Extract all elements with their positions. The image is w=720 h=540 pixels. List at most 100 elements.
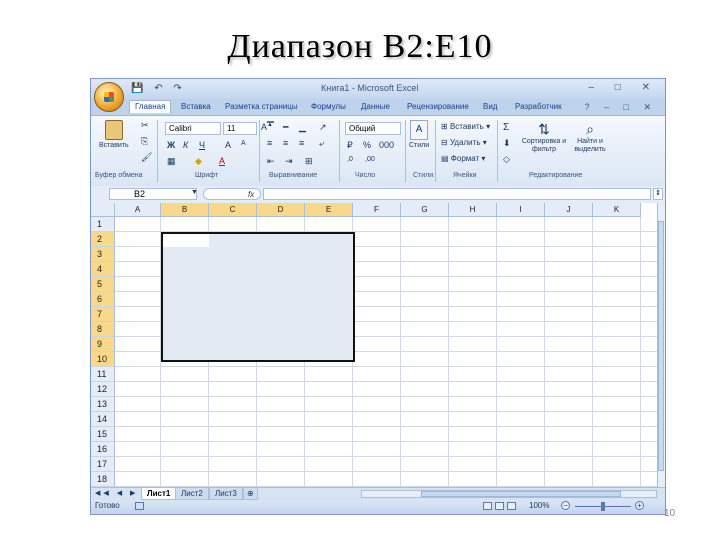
row-header-10[interactable]: 10 <box>91 352 115 367</box>
tab-page-layout[interactable]: Разметка страницы <box>225 102 298 111</box>
row-header-8[interactable]: 8 <box>91 322 115 337</box>
insert-sheet-icon[interactable]: ⊕ <box>243 488 258 500</box>
row-header-12[interactable]: 12 <box>91 382 115 397</box>
borders-icon[interactable]: ▦ <box>167 156 176 167</box>
save-icon[interactable]: 💾 <box>131 83 143 94</box>
thousands-icon[interactable]: 000 <box>379 140 394 150</box>
increase-indent-icon[interactable]: ⇥ <box>285 156 293 167</box>
number-format-combo[interactable]: Общий <box>345 122 401 135</box>
row-header-1[interactable]: 1 <box>91 217 115 232</box>
chevron-down-icon[interactable]: ▼ <box>191 189 198 196</box>
row-header-18[interactable]: 18 <box>91 472 115 487</box>
row-header-16[interactable]: 16 <box>91 442 115 457</box>
expand-formula-bar-icon[interactable]: ⇕ <box>653 188 663 200</box>
row-header-11[interactable]: 11 <box>91 367 115 382</box>
clear-icon[interactable]: ◇ <box>503 154 510 165</box>
minimize-button[interactable]: – <box>588 82 603 93</box>
zoom-in-icon[interactable]: + <box>635 501 644 510</box>
sheet-tab-2[interactable]: Лист2 <box>175 488 209 500</box>
styles-button[interactable]: A Стили <box>409 120 429 149</box>
insert-cells-button[interactable]: ⊞ Вставить ▾ <box>441 122 490 131</box>
normal-view-icon[interactable] <box>483 502 492 510</box>
zoom-slider-thumb[interactable] <box>601 502 605 511</box>
column-header-e[interactable]: E <box>305 203 353 217</box>
row-header-5[interactable]: 5 <box>91 277 115 292</box>
italic-icon[interactable]: К <box>183 140 188 150</box>
sheet-tab-3[interactable]: Лист3 <box>209 488 243 500</box>
decrease-indent-icon[interactable]: ⇤ <box>267 156 275 167</box>
row-header-14[interactable]: 14 <box>91 412 115 427</box>
column-header-c[interactable]: C <box>209 203 257 217</box>
tab-home[interactable]: Главная <box>129 100 172 113</box>
formula-input[interactable] <box>263 188 651 200</box>
ribbon-close-button[interactable]: ✕ <box>643 102 657 112</box>
underline-icon[interactable]: Ч <box>199 140 205 150</box>
ribbon-minimize-button[interactable]: – <box>604 102 615 112</box>
percent-icon[interactable]: % <box>363 140 371 150</box>
cut-icon[interactable]: ✂ <box>141 120 149 131</box>
page-break-view-icon[interactable] <box>507 502 516 510</box>
delete-cells-button[interactable]: ⊟ Удалить ▾ <box>441 138 487 147</box>
row-header-2[interactable]: 2 <box>91 232 115 247</box>
zoom-level[interactable]: 100% <box>529 501 549 510</box>
tab-view[interactable]: Вид <box>483 102 497 111</box>
vertical-scroll-thumb[interactable] <box>658 221 664 471</box>
column-header-g[interactable]: G <box>401 203 449 217</box>
redo-icon[interactable]: ↷ <box>173 83 181 94</box>
row-header-3[interactable]: 3 <box>91 247 115 262</box>
active-cell[interactable] <box>161 232 209 247</box>
row-header-15[interactable]: 15 <box>91 427 115 442</box>
wrap-text-icon[interactable]: ⤶ <box>319 138 324 149</box>
select-all-corner[interactable] <box>91 203 115 217</box>
fill-color-icon[interactable]: ◆ <box>195 156 202 167</box>
align-top-icon[interactable]: ▔ <box>267 122 274 133</box>
sort-filter-button[interactable]: ⇅ Сортировка и фильтр <box>521 120 567 154</box>
font-name-combo[interactable]: Calibri <box>165 122 221 135</box>
tab-developer[interactable]: Разработчик <box>515 102 562 111</box>
align-right-icon[interactable]: ≡ <box>299 138 304 148</box>
zoom-out-icon[interactable]: − <box>561 501 570 510</box>
align-center-icon[interactable]: ≡ <box>283 138 288 148</box>
column-header-b[interactable]: B <box>161 203 209 217</box>
ribbon-restore-button[interactable]: □ <box>624 102 635 112</box>
increase-font-icon[interactable]: A <box>225 140 231 150</box>
column-header-a[interactable]: A <box>115 203 161 217</box>
sheet-tab-1[interactable]: Лист1 <box>141 488 177 500</box>
maximize-button[interactable]: □ <box>615 82 630 93</box>
merge-cells-icon[interactable]: ⊞ <box>305 156 313 167</box>
column-header-i[interactable]: I <box>497 203 545 217</box>
font-color-icon[interactable]: A <box>219 156 225 166</box>
close-button[interactable]: ✕ <box>642 82 659 93</box>
row-header-4[interactable]: 4 <box>91 262 115 277</box>
page-layout-view-icon[interactable] <box>495 502 504 510</box>
office-button[interactable] <box>94 82 124 112</box>
tab-review[interactable]: Рецензирование <box>407 102 469 111</box>
format-cells-button[interactable]: ▤ Формат ▾ <box>441 154 485 163</box>
tab-formulas[interactable]: Формулы <box>311 102 346 111</box>
decrease-font-icon[interactable]: A <box>241 140 246 147</box>
column-header-k[interactable]: K <box>593 203 641 217</box>
find-select-button[interactable]: ⌕ Найти и выделить <box>569 120 611 154</box>
worksheet-grid[interactable]: ABCDEFGHIJK 1234567891011121314151617181… <box>91 203 665 487</box>
selected-range[interactable] <box>161 232 355 362</box>
copy-icon[interactable]: ⎘ <box>141 136 148 147</box>
increase-decimal-icon[interactable]: ,0 <box>347 156 353 163</box>
macro-record-icon[interactable] <box>135 502 144 510</box>
row-header-7[interactable]: 7 <box>91 307 115 322</box>
align-middle-icon[interactable]: ━ <box>283 122 288 133</box>
tab-insert[interactable]: Вставка <box>181 102 211 111</box>
align-left-icon[interactable]: ≡ <box>267 138 272 148</box>
orientation-icon[interactable]: ↗ <box>319 122 327 133</box>
fx-button[interactable]: fx <box>203 188 261 200</box>
bold-icon[interactable]: Ж <box>167 140 175 150</box>
tab-data[interactable]: Данные <box>361 102 390 111</box>
column-header-d[interactable]: D <box>257 203 305 217</box>
undo-icon[interactable]: ↶ <box>154 83 162 94</box>
decrease-decimal-icon[interactable]: ,00 <box>365 156 375 163</box>
font-size-combo[interactable]: 11 <box>223 122 257 135</box>
fill-icon[interactable]: ⬇ <box>503 138 511 149</box>
align-bottom-icon[interactable]: ▁ <box>299 122 306 133</box>
column-header-j[interactable]: J <box>545 203 593 217</box>
autosum-icon[interactable]: Σ <box>503 122 509 133</box>
currency-icon[interactable]: ₽ <box>347 140 353 151</box>
